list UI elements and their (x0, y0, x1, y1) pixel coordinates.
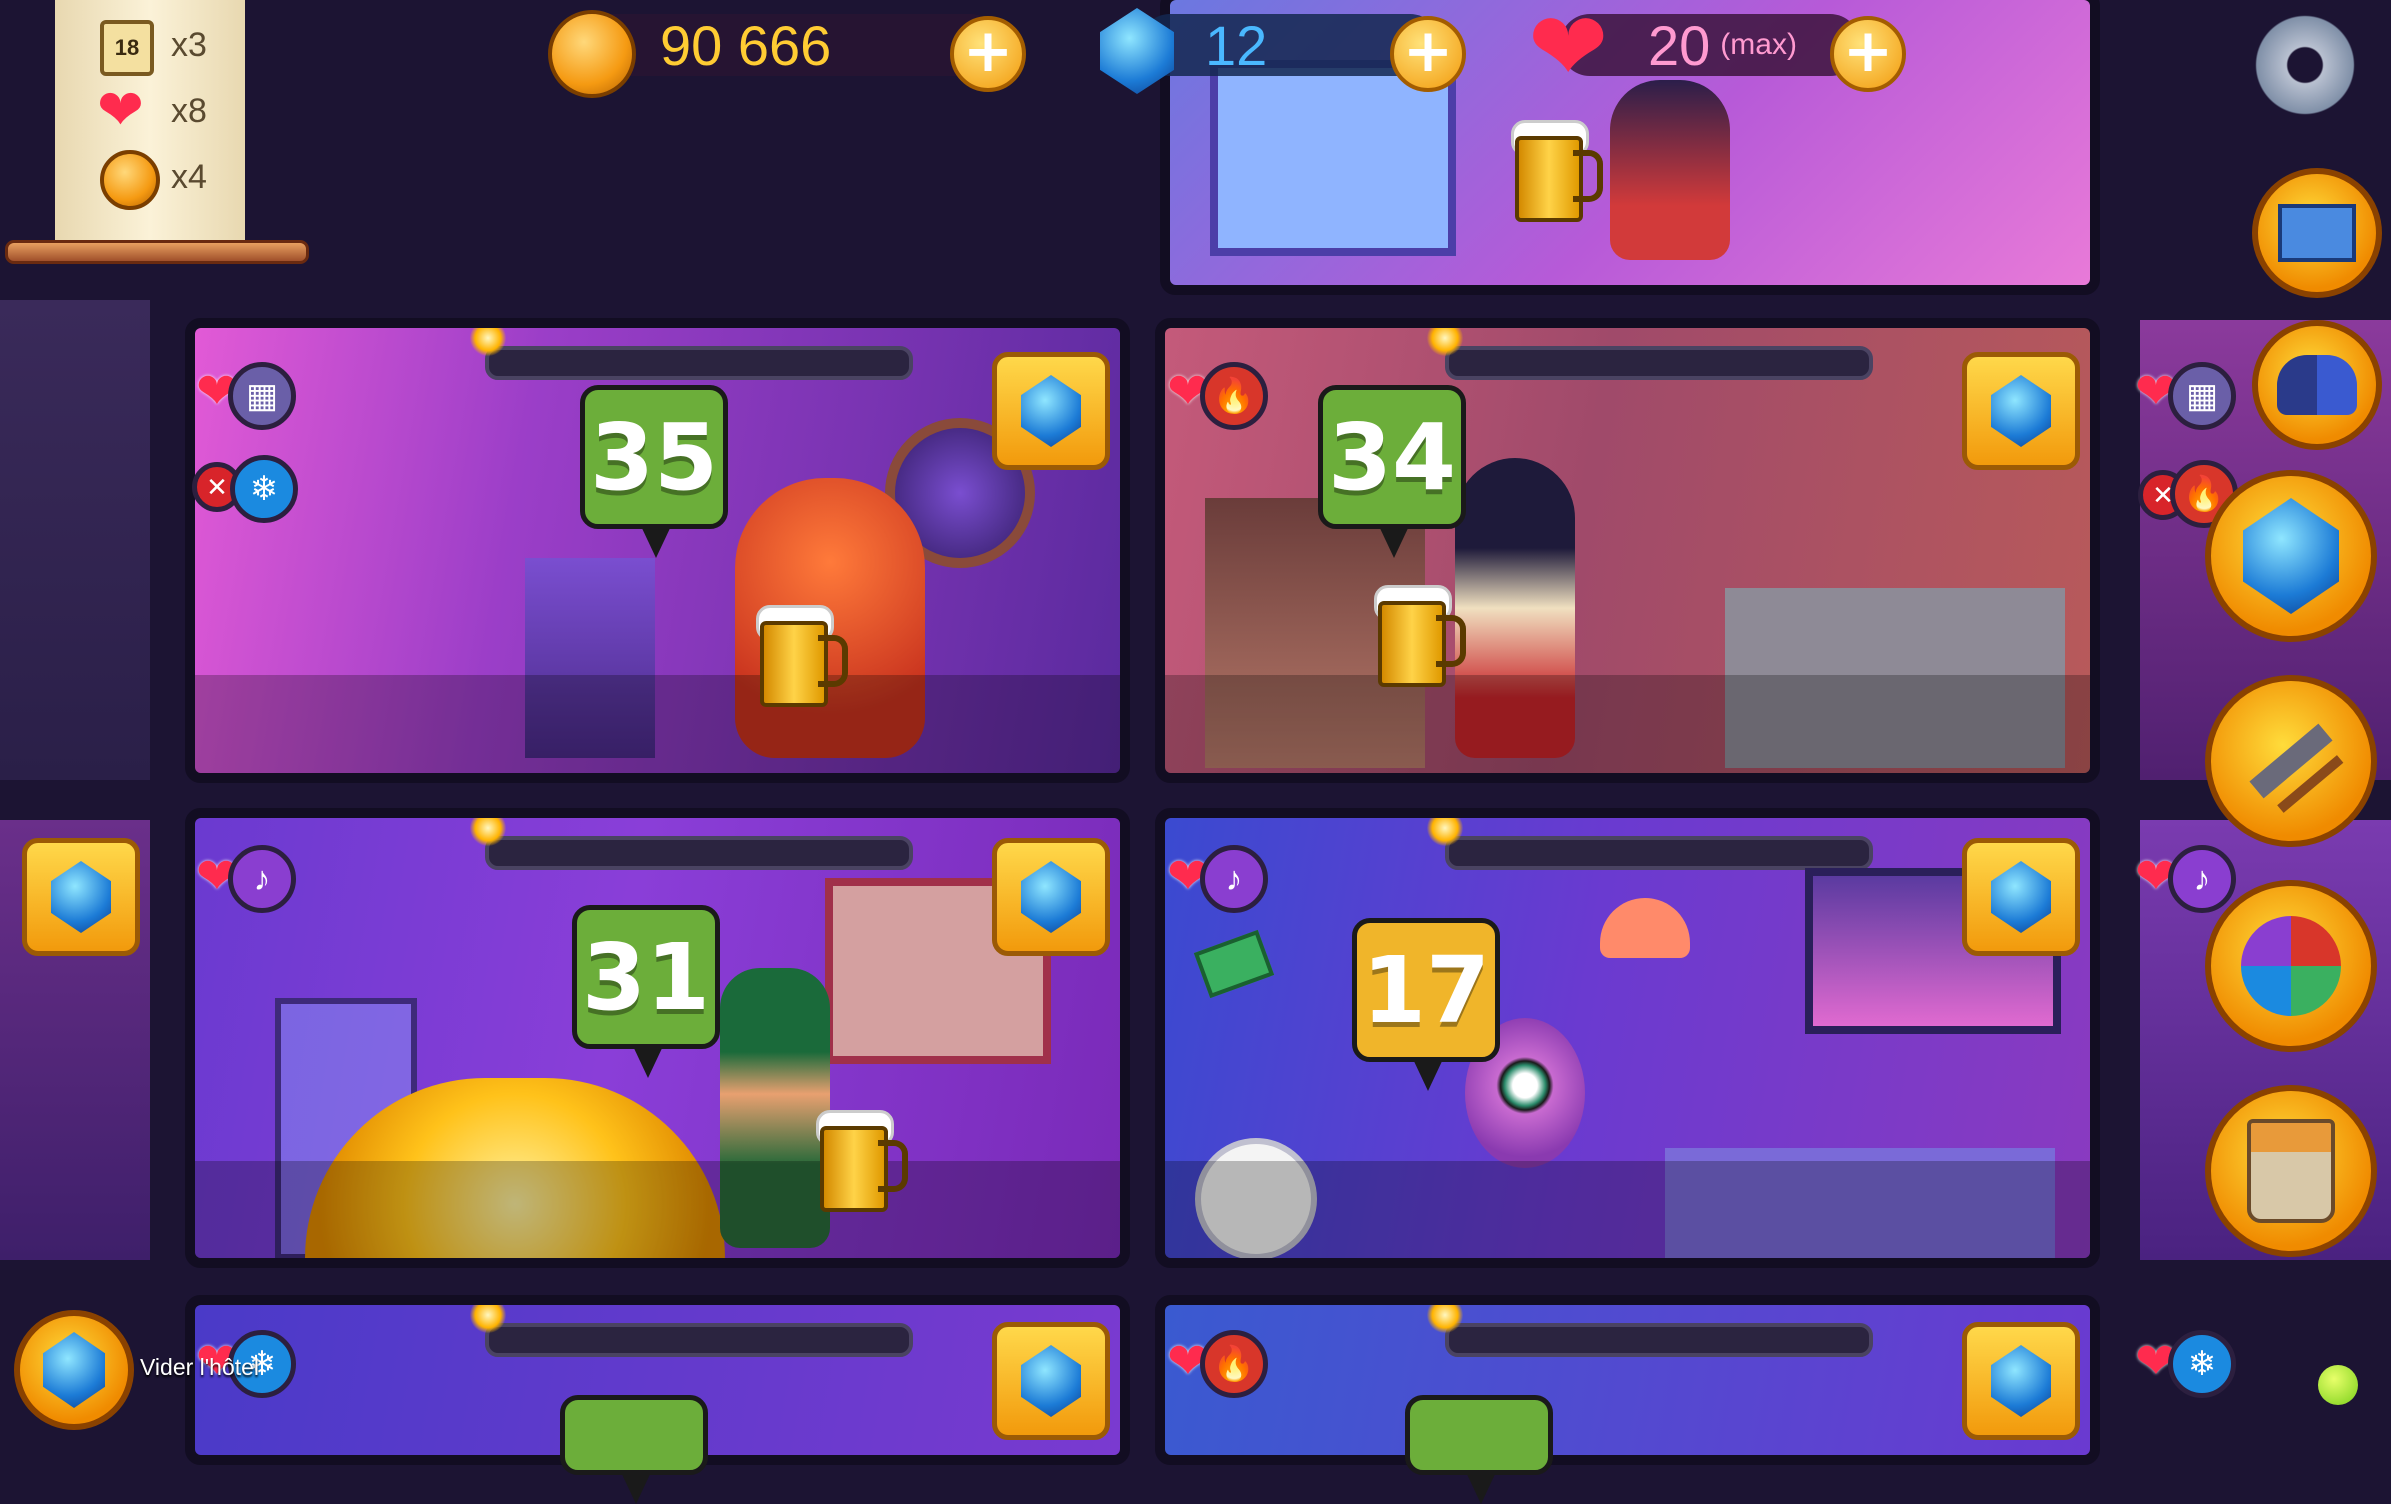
cats-couple-icon (2277, 355, 2357, 415)
level-bubble-partial (1405, 1395, 1553, 1504)
level-bubble-partial (560, 1395, 708, 1504)
mail-icon (2278, 204, 2356, 262)
room-progress-bar (1445, 346, 1873, 380)
left-edge-room (0, 300, 150, 780)
level-bubble: 17 (1352, 918, 1500, 1091)
room-progress-bar (1445, 1323, 1873, 1357)
add-coins-button[interactable]: + (950, 16, 1026, 92)
fire-element-icon[interactable]: 🔥 (1200, 1330, 1268, 1398)
room-progress-bar (485, 1323, 913, 1357)
ticket-count: x3 (171, 26, 207, 64)
add-gems-button[interactable]: + (1390, 16, 1466, 92)
room-progress-bar (485, 346, 913, 380)
fire-element-icon[interactable]: 🔥 (1200, 362, 1268, 430)
music-element-icon[interactable]: ♪ (1200, 845, 1268, 913)
status-dot-icon (2318, 1365, 2358, 1405)
elements-icon (2241, 916, 2341, 1016)
gem-icon (43, 1332, 105, 1408)
ice-element-icon[interactable]: ❄ (230, 455, 298, 523)
build-button[interactable] (2205, 675, 2377, 847)
paint-bucket-icon (2247, 1119, 2335, 1223)
coin-count: x4 (171, 158, 207, 196)
music-element-icon[interactable]: ♪ (2168, 845, 2236, 913)
gem-reward-button[interactable] (1962, 838, 2080, 956)
ceiling-lamp (1600, 898, 1690, 958)
gem-reward-button[interactable] (992, 1322, 1110, 1440)
quest-scroll[interactable]: 18 x3 ❤ x8 x4 (55, 0, 245, 254)
beer-mug-icon (1374, 585, 1466, 687)
music-element-icon[interactable]: ♪ (228, 845, 296, 913)
hearts-value: 20 (1648, 13, 1711, 77)
gem-icon (2243, 498, 2339, 614)
door-room-icon[interactable]: ▦ (2168, 362, 2236, 430)
level-bubble: 34 (1318, 385, 1466, 558)
room-r2-right[interactable] (1165, 818, 2090, 1258)
room-progress-bar (485, 836, 913, 870)
guest-ticket-icon: 18 (100, 20, 154, 76)
beer-mug-icon (816, 1110, 908, 1212)
coin-icon (100, 150, 160, 210)
heart-icon: ❤ (97, 78, 144, 141)
room-r1-right[interactable] (1165, 328, 2090, 773)
settings-gear-icon[interactable] (2250, 10, 2360, 120)
mail-button[interactable] (2252, 168, 2382, 298)
hammer-icon (2249, 723, 2333, 799)
guest-elf[interactable] (1610, 80, 1730, 260)
coin-bar: 90 666 (580, 13, 1000, 77)
room-progress-bar (1445, 836, 1873, 870)
scroll-rod (5, 240, 309, 264)
room-r3-right[interactable] (1165, 1305, 2090, 1455)
level-bubble: 35 (580, 385, 728, 558)
coin-value: 90 666 (660, 13, 832, 77)
beer-mug-icon (756, 605, 848, 707)
empty-hotel-label: Vider l'hôtel (140, 1354, 260, 1380)
hearts-max-label: (max) (1720, 28, 1797, 61)
gem-value: 12 (1205, 13, 1268, 77)
level-bubble: 31 (572, 905, 720, 1078)
door-room-icon[interactable]: ▦ (228, 362, 296, 430)
gem-reward-button[interactable] (992, 352, 1110, 470)
couples-button[interactable] (2252, 320, 2382, 450)
add-hearts-button[interactable]: + (1830, 16, 1906, 92)
elements-button[interactable] (2205, 880, 2377, 1052)
gem-shop-button[interactable] (2205, 470, 2377, 642)
empty-hotel-button[interactable] (14, 1310, 134, 1430)
gem-reward-button[interactable] (1962, 1322, 2080, 1440)
heart-icon: ❤ (1528, 0, 1609, 101)
ice-element-icon[interactable]: ❄ (2168, 1330, 2236, 1398)
beer-mug-icon (1511, 120, 1603, 222)
gem-reward-button[interactable] (992, 838, 1110, 956)
heart-count: x8 (171, 92, 207, 130)
paint-button[interactable] (2205, 1085, 2377, 1257)
gem-reward-button[interactable] (1962, 352, 2080, 470)
gem-reward-button[interactable] (22, 838, 140, 956)
coin-icon (548, 10, 636, 98)
